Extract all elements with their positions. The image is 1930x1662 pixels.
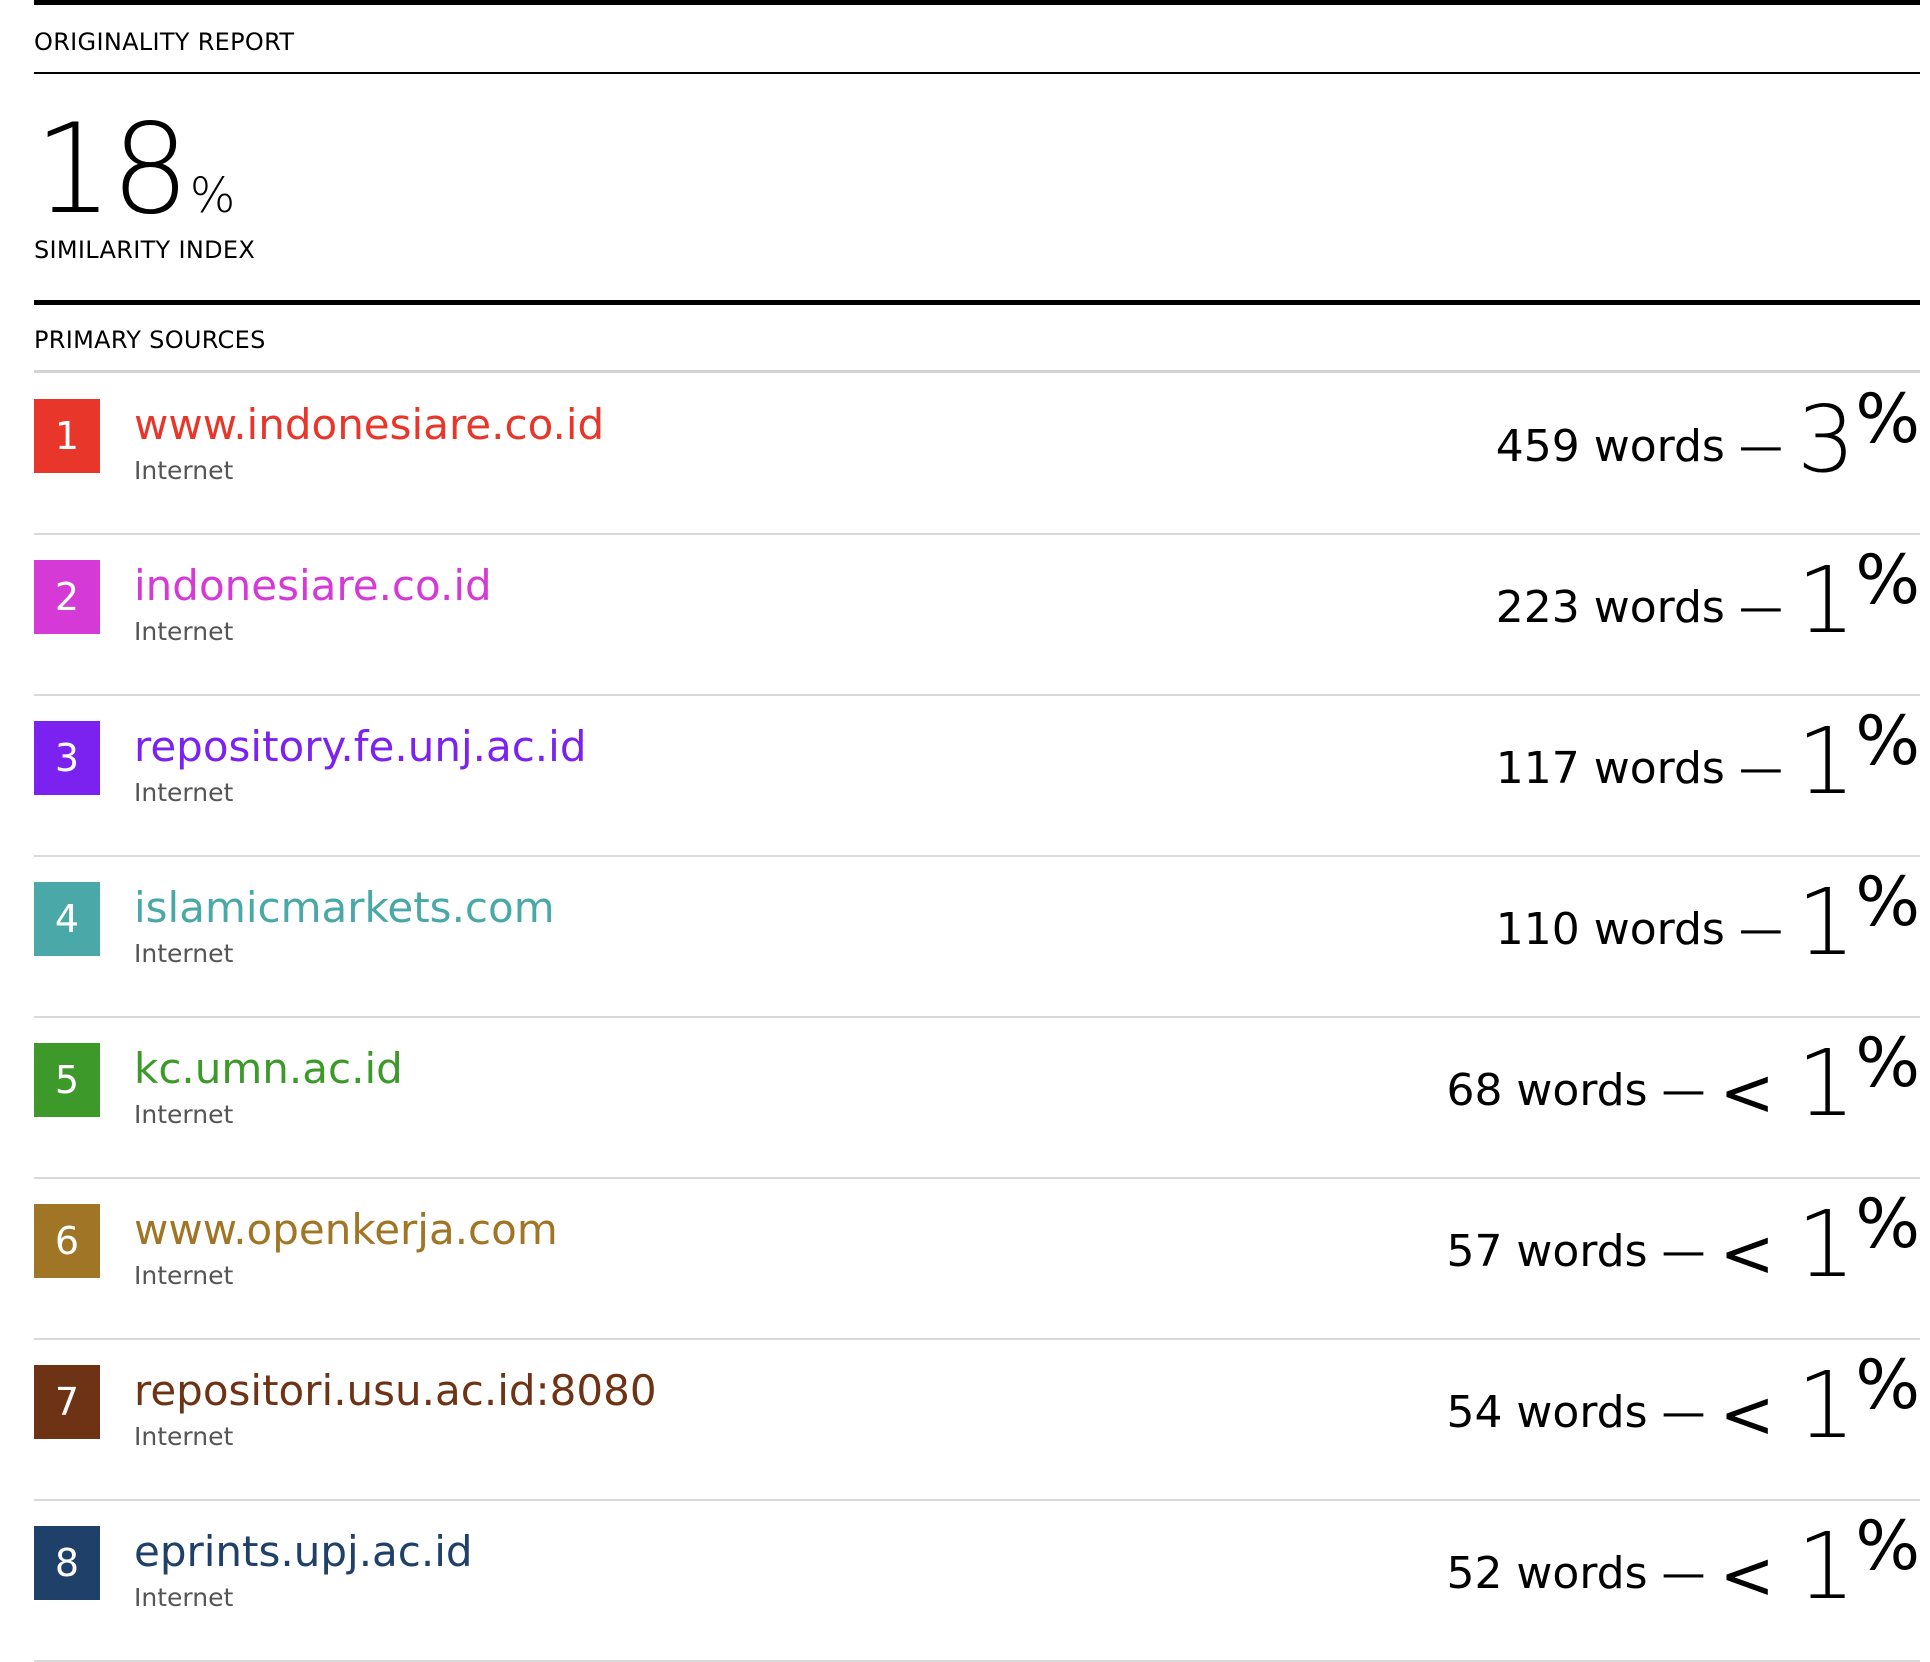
report-title: ORIGINALITY REPORT bbox=[34, 28, 295, 56]
top-rule bbox=[34, 0, 1920, 5]
percent-sign: % bbox=[1855, 541, 1920, 620]
match-percent: 1 bbox=[1796, 1191, 1856, 1298]
percent-sign: % bbox=[1855, 1185, 1920, 1264]
less-than-sign: < bbox=[1719, 1537, 1775, 1614]
source-row: 7 repositori.usu.ac.id:8080 Internet 54 … bbox=[34, 1340, 1920, 1501]
source-match: 57 words — < 1 % bbox=[1446, 1191, 1920, 1298]
word-count: 68 words bbox=[1446, 1065, 1648, 1116]
source-link[interactable]: repositori.usu.ac.id:8080 bbox=[134, 1367, 657, 1414]
source-match: 110 words — 1 % bbox=[1495, 869, 1920, 976]
less-than-sign: < bbox=[1719, 1376, 1775, 1453]
em-dash: — bbox=[1738, 421, 1783, 472]
source-type: Internet bbox=[134, 1100, 234, 1129]
source-link[interactable]: eprints.upj.ac.id bbox=[134, 1528, 473, 1575]
source-link[interactable]: www.openkerja.com bbox=[134, 1206, 558, 1253]
less-than-sign: < bbox=[1719, 1054, 1775, 1131]
source-link[interactable]: repository.fe.unj.ac.id bbox=[134, 723, 586, 770]
match-percent: 1 bbox=[1796, 708, 1856, 815]
source-type: Internet bbox=[134, 778, 234, 807]
source-link[interactable]: www.indonesiare.co.id bbox=[134, 401, 604, 448]
similarity-index-label: SIMILARITY INDEX bbox=[34, 236, 256, 264]
source-match: 52 words — < 1 % bbox=[1446, 1513, 1920, 1620]
similarity-percent-sign: % bbox=[189, 168, 236, 224]
sources-divider bbox=[34, 370, 1920, 373]
word-count: 54 words bbox=[1446, 1387, 1648, 1438]
source-number-badge: 5 bbox=[34, 1043, 100, 1117]
percent-sign: % bbox=[1855, 1507, 1920, 1586]
percent-sign: % bbox=[1855, 863, 1920, 942]
em-dash: — bbox=[1738, 904, 1783, 955]
source-link[interactable]: islamicmarkets.com bbox=[134, 884, 555, 931]
less-than-sign: < bbox=[1719, 1215, 1775, 1292]
primary-sources-heading: PRIMARY SOURCES bbox=[34, 326, 266, 354]
source-row: 8 eprints.upj.ac.id Internet 52 words — … bbox=[34, 1501, 1920, 1662]
source-match: 459 words — 3 % bbox=[1495, 386, 1920, 493]
source-type: Internet bbox=[134, 456, 234, 485]
word-count: 57 words bbox=[1446, 1226, 1648, 1277]
source-match: 68 words — < 1 % bbox=[1446, 1030, 1920, 1137]
match-percent: 1 bbox=[1796, 1352, 1856, 1459]
source-row: 2 indonesiare.co.id Internet 223 words —… bbox=[34, 535, 1920, 696]
similarity-index-value: 18% bbox=[34, 108, 235, 232]
match-percent: 1 bbox=[1796, 1030, 1856, 1137]
percent-sign: % bbox=[1855, 1346, 1920, 1425]
em-dash: — bbox=[1738, 743, 1783, 794]
source-type: Internet bbox=[134, 1261, 234, 1290]
source-number-badge: 3 bbox=[34, 721, 100, 795]
source-type: Internet bbox=[134, 1422, 234, 1451]
source-type: Internet bbox=[134, 1583, 234, 1612]
source-number-badge: 8 bbox=[34, 1526, 100, 1600]
percent-sign: % bbox=[1855, 702, 1920, 781]
source-number-badge: 7 bbox=[34, 1365, 100, 1439]
word-count: 117 words bbox=[1495, 743, 1725, 794]
sources-rule bbox=[34, 300, 1920, 305]
similarity-number: 18 bbox=[34, 98, 190, 242]
em-dash: — bbox=[1661, 1226, 1706, 1277]
percent-sign: % bbox=[1855, 380, 1920, 459]
em-dash: — bbox=[1738, 582, 1783, 633]
em-dash: — bbox=[1661, 1065, 1706, 1116]
source-match: 117 words — 1 % bbox=[1495, 708, 1920, 815]
title-divider bbox=[34, 72, 1920, 74]
em-dash: — bbox=[1661, 1548, 1706, 1599]
source-link[interactable]: kc.umn.ac.id bbox=[134, 1045, 403, 1092]
source-number-badge: 6 bbox=[34, 1204, 100, 1278]
match-percent: 1 bbox=[1796, 547, 1856, 654]
source-type: Internet bbox=[134, 939, 234, 968]
source-row: 6 www.openkerja.com Internet 57 words — … bbox=[34, 1179, 1920, 1340]
word-count: 459 words bbox=[1495, 421, 1725, 472]
match-percent: 3 bbox=[1796, 386, 1856, 493]
source-row: 5 kc.umn.ac.id Internet 68 words — < 1 % bbox=[34, 1018, 1920, 1179]
source-match: 223 words — 1 % bbox=[1495, 547, 1920, 654]
source-number-badge: 1 bbox=[34, 399, 100, 473]
source-link[interactable]: indonesiare.co.id bbox=[134, 562, 492, 609]
match-percent: 1 bbox=[1796, 1513, 1856, 1620]
source-type: Internet bbox=[134, 617, 234, 646]
match-percent: 1 bbox=[1796, 869, 1856, 976]
source-row: 1 www.indonesiare.co.id Internet 459 wor… bbox=[34, 374, 1920, 535]
word-count: 52 words bbox=[1446, 1548, 1648, 1599]
source-row: 3 repository.fe.unj.ac.id Internet 117 w… bbox=[34, 696, 1920, 857]
word-count: 110 words bbox=[1495, 904, 1725, 955]
source-number-badge: 2 bbox=[34, 560, 100, 634]
source-row: 4 islamicmarkets.com Internet 110 words … bbox=[34, 857, 1920, 1018]
source-match: 54 words — < 1 % bbox=[1446, 1352, 1920, 1459]
percent-sign: % bbox=[1855, 1024, 1920, 1103]
em-dash: — bbox=[1661, 1387, 1706, 1438]
source-number-badge: 4 bbox=[34, 882, 100, 956]
word-count: 223 words bbox=[1495, 582, 1725, 633]
